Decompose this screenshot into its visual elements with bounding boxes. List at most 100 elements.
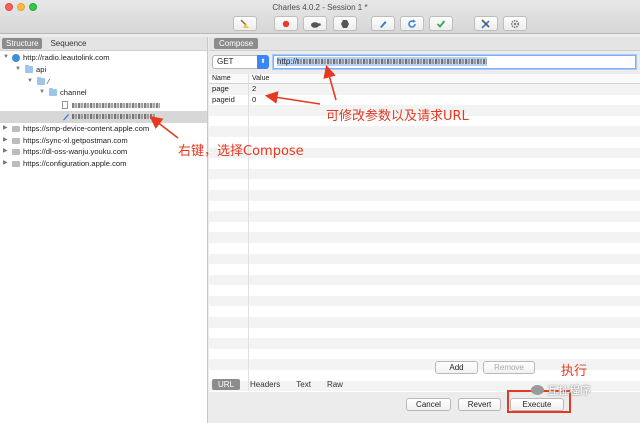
tab-headers[interactable]: Headers — [244, 379, 286, 390]
chevron-right-icon[interactable]: ▶ — [3, 146, 8, 158]
table-row-empty — [209, 232, 640, 243]
table-row[interactable]: page 2 — [209, 84, 640, 95]
lock-icon — [12, 149, 20, 156]
tree-item-radio-leautolink[interactable]: ▼ http://radio.leautolink.com — [0, 52, 207, 64]
validate-button[interactable] — [429, 16, 453, 31]
folder-icon — [37, 76, 45, 85]
tab-sequence[interactable]: Sequence — [46, 38, 90, 49]
table-row-empty — [209, 158, 640, 169]
redacted-request-label — [72, 99, 160, 111]
table-row-empty — [209, 221, 640, 233]
table-row-empty — [209, 306, 640, 318]
table-row-empty — [209, 179, 640, 190]
tab-structure[interactable]: Structure — [2, 38, 43, 49]
table-row-empty — [209, 126, 640, 137]
table-row-empty — [209, 200, 640, 212]
tree-item-api[interactable]: ▼ api — [0, 64, 207, 76]
param-value[interactable]: 0 — [249, 95, 640, 106]
record-icon — [282, 20, 290, 27]
tree-item-label: ∕ — [48, 76, 50, 86]
remove-param-button[interactable]: Remove — [483, 361, 535, 374]
chevron-right-icon[interactable]: ▶ — [3, 123, 8, 135]
table-row-empty — [209, 168, 640, 180]
charles-window: Charles 4.0.2 - Session 1 * Structure Se… — [0, 0, 640, 423]
chevron-down-icon[interactable]: ▼ — [15, 64, 21, 76]
column-header-name[interactable]: Name — [209, 74, 249, 83]
lock-icon — [12, 137, 20, 144]
chevron-down-icon[interactable]: ▼ — [27, 76, 33, 88]
tree-item-label: channel — [60, 88, 87, 98]
select-arrows-icon[interactable]: ⬍ — [257, 55, 269, 69]
chevron-down-icon[interactable]: ▼ — [39, 87, 45, 99]
lock-icon — [12, 161, 20, 168]
tab-compose[interactable]: Compose — [214, 38, 259, 49]
hexagon-icon — [341, 19, 349, 28]
breakpoints-button[interactable] — [333, 16, 357, 31]
table-row-empty — [209, 285, 640, 296]
tree-item-channel[interactable]: ▼ channel — [0, 87, 207, 99]
compose-button[interactable] — [371, 16, 395, 31]
column-header-value[interactable]: Value — [249, 74, 640, 83]
repeat-button[interactable] — [400, 16, 424, 31]
title-bar: Charles 4.0.2 - Session 1 * — [0, 0, 640, 34]
settings-button[interactable] — [503, 16, 527, 31]
tree-item-dl-oss-wanju[interactable]: ▶ https://dl-oss-wanju.youku.com — [0, 146, 207, 158]
redacted-request-label — [72, 111, 156, 123]
broom-icon — [240, 19, 249, 28]
chevron-right-icon[interactable]: ▶ — [3, 135, 8, 147]
tools-button[interactable] — [474, 16, 498, 31]
table-row-empty — [209, 348, 640, 360]
tree-item-path[interactable]: ▼ ∕ — [0, 76, 207, 88]
revert-button[interactable]: Revert — [458, 398, 501, 411]
tree-item-configuration-apple[interactable]: ▶ https://configuration.apple.com — [0, 158, 207, 170]
table-row-empty — [209, 317, 640, 328]
request-view-tabs: URL Headers Text Raw — [212, 378, 353, 390]
tab-url[interactable]: URL — [212, 378, 241, 390]
document-icon — [62, 101, 68, 110]
tree-item-smp-device-content[interactable]: ▶ https://smp-device-content.apple.com — [0, 123, 207, 135]
add-param-button[interactable]: Add — [435, 361, 478, 374]
tab-text[interactable]: Text — [290, 379, 317, 390]
tree-item-label: http://radio.leautolink.com — [23, 53, 110, 62]
record-button[interactable] — [274, 16, 298, 31]
tree-item-label: https://dl-oss-wanju.youku.com — [23, 147, 128, 157]
tree-item-label: https://configuration.apple.com — [23, 159, 127, 169]
url-prefix: http:// — [277, 57, 298, 66]
table-row-empty — [209, 274, 640, 286]
throttle-button[interactable] — [303, 16, 327, 31]
table-row-empty — [209, 338, 640, 349]
chevron-down-icon[interactable]: ▼ — [3, 52, 9, 64]
table-row[interactable]: pageid 0 — [209, 94, 640, 106]
table-row-empty — [209, 295, 640, 307]
table-row-empty — [209, 264, 640, 275]
table-header: Name Value — [209, 74, 640, 84]
tree-item-composed-request[interactable] — [0, 110, 207, 123]
param-name[interactable]: pageid — [209, 94, 249, 106]
folder-icon — [49, 88, 57, 97]
method-value: GET — [217, 57, 234, 66]
table-row-empty — [209, 211, 640, 222]
tree-item-label: api — [36, 64, 47, 74]
tree-item-request[interactable] — [0, 99, 207, 111]
param-value[interactable]: 2 — [249, 84, 640, 95]
request-line: GET ⬍ http:// — [212, 55, 636, 69]
cancel-button[interactable]: Cancel — [406, 398, 451, 411]
turtle-icon — [311, 21, 321, 28]
method-select[interactable]: GET ⬍ — [212, 55, 269, 69]
table-row-empty — [209, 189, 640, 201]
chevron-right-icon[interactable]: ▶ — [3, 158, 8, 170]
folder-icon — [25, 64, 33, 73]
param-name[interactable]: page — [209, 84, 249, 95]
gear-icon — [510, 19, 520, 28]
structure-pane: Structure Sequence ▼ http://radio.leauto… — [0, 37, 208, 423]
table-body: page 2 pageid 0 — [209, 84, 640, 392]
tab-raw[interactable]: Raw — [321, 379, 349, 390]
annotation-execute: 执行 — [561, 364, 588, 379]
compose-tabbar: Compose — [209, 37, 640, 51]
clear-session-button[interactable] — [233, 16, 257, 31]
tree-item-sync-xl-getpostman[interactable]: ▶ https://sync-xl.getpostman.com — [0, 135, 207, 147]
wechat-icon — [531, 385, 544, 395]
url-input[interactable]: http:// — [273, 55, 636, 69]
annotation-modify: 可修改参数以及请求URL — [326, 109, 469, 124]
compose-icon — [62, 113, 70, 121]
